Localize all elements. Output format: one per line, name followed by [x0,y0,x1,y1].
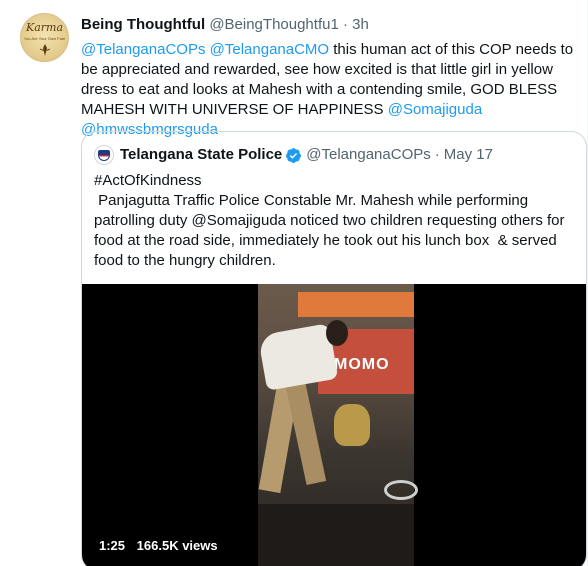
avatar-brand-text: Karma [25,21,64,34]
video-scene-momo-text: MOMO [334,356,390,373]
video-player[interactable]: MOMO 1:25 166.5K views [82,284,586,566]
avatar-emblem-icon [39,44,51,56]
mention-link[interactable]: @TelanganaCOPs [81,41,205,58]
tweet-text: @TelanganaCOPs @TelanganaCMO this human … [81,40,581,140]
tweet[interactable]: Karma You Are Your Own Fate Being Though… [0,0,588,566]
author-handle[interactable]: @BeingThoughtfu1 [209,16,339,33]
police-logo-avatar[interactable] [94,145,114,165]
video-scene-sign [298,292,414,317]
tweet-time[interactable]: 3h [352,16,369,33]
video-scene-figure [326,320,348,346]
header-separator: · [342,16,348,33]
quoted-tweet-header: Telangana State Police @TelanganaCOPs · … [94,145,493,165]
verified-badge-icon [286,147,302,163]
quoted-separator: · [434,146,440,163]
video-views: 166.5K views [136,538,218,553]
quoted-text-line: food to the hungry children. [94,252,276,269]
mention-link[interactable]: @TelanganaCMO [210,41,329,58]
quoted-date[interactable]: May 17 [444,145,493,165]
video-info: 1:25 166.5K views [99,538,218,554]
quoted-text-line: Panjagutta Traffic Police Constable Mr. … [94,192,529,209]
video-scene-wheel [384,480,418,500]
video-duration: 1:25 [99,538,126,553]
tweet-header: Being Thoughtful @BeingThoughtfu1 · 3h [81,15,369,35]
quoted-text-line: #ActOfKindness [94,172,202,189]
video-thumbnail[interactable]: MOMO [257,284,418,566]
quoted-text-line: patrolling duty @Somajiguda noticed two … [94,212,565,229]
quoted-tweet[interactable]: Telangana State Police @TelanganaCOPs · … [81,131,587,566]
quoted-tweet-text: #ActOfKindness Panjagutta Traffic Police… [94,171,584,271]
quoted-author-handle[interactable]: @TelanganaCOPs [306,145,430,165]
quoted-author-name[interactable]: Telangana State Police [120,145,282,165]
video-scene-child [334,404,370,446]
video-scene-ground [258,504,414,566]
quoted-text-line: food at the road side, immediately he to… [94,232,557,249]
avatar-subtext: You Are Your Own Fate [23,36,66,41]
video-scene-figure [285,383,327,485]
author-name[interactable]: Being Thoughtful [81,16,205,33]
author-avatar[interactable]: Karma You Are Your Own Fate [20,13,69,62]
mention-link[interactable]: @Somajiguda [388,101,482,118]
